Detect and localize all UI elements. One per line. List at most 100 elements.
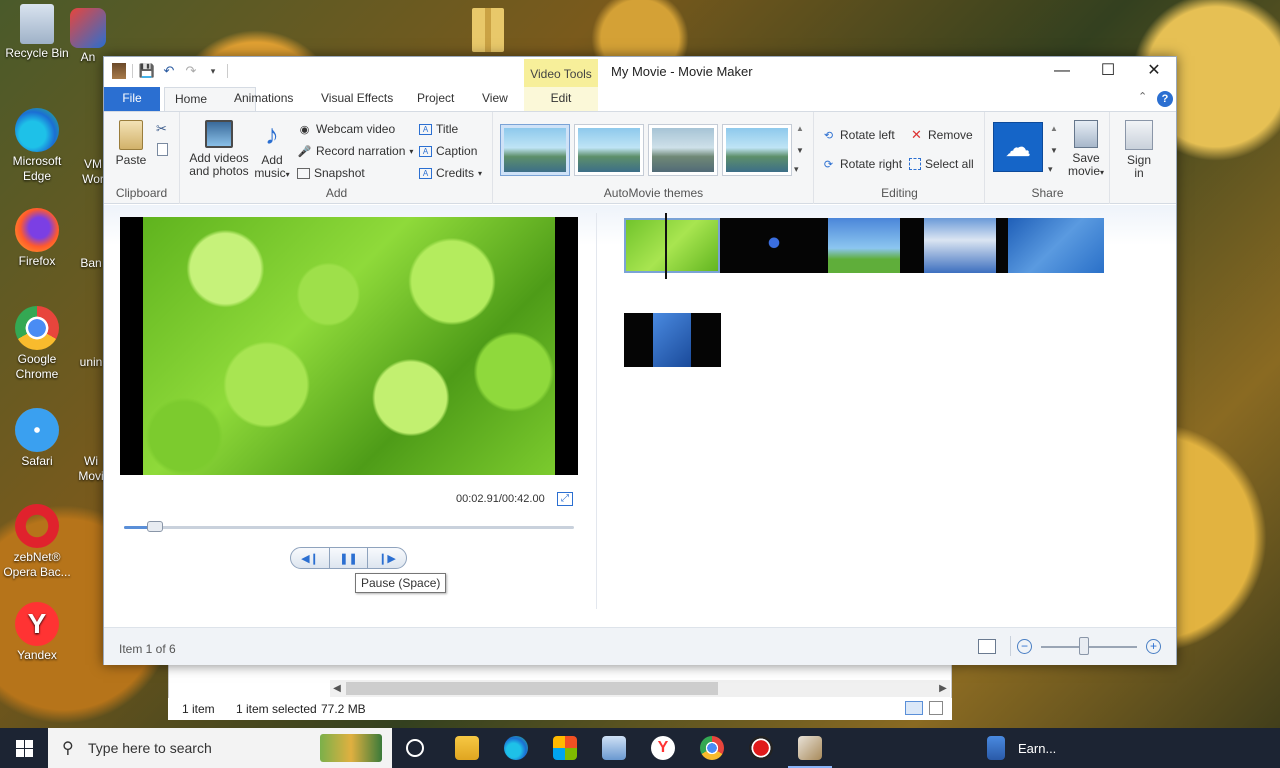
theme-2[interactable] — [574, 124, 644, 176]
share-scroll-up-icon[interactable]: ▲ — [1050, 124, 1058, 133]
store-icon[interactable] — [553, 736, 577, 760]
movie-maker-taskbar-icon[interactable] — [798, 736, 822, 760]
onedrive-button[interactable]: ☁ — [993, 122, 1043, 172]
desktop-icon-edge[interactable]: Microsoft Edge — [0, 108, 74, 184]
file-explorer-icon[interactable] — [455, 736, 479, 760]
desktop-icon-partial[interactable]: unin — [76, 355, 106, 370]
snapshot-button[interactable]: Snapshot — [297, 164, 365, 182]
copy-icon[interactable] — [157, 143, 168, 156]
taskbar-search[interactable]: ⚲ Type here to search — [48, 728, 392, 768]
theme-default[interactable] — [500, 124, 570, 176]
clip-desktop-2[interactable] — [924, 218, 996, 273]
clip-desktop-1[interactable] — [828, 218, 900, 273]
caption-button[interactable]: A Caption — [419, 142, 477, 160]
minimize-ribbon-icon[interactable]: ⌃ — [1138, 90, 1147, 103]
desktop-icon-firefox[interactable]: Firefox — [0, 208, 74, 269]
seek-thumb[interactable] — [147, 521, 164, 532]
taskbar-app-label[interactable]: Earn... — [1018, 741, 1056, 756]
desktop-icon-safari[interactable]: Safari — [0, 408, 74, 469]
credits-button[interactable]: A Credits ▾ — [419, 164, 482, 182]
desktop-icon-partial[interactable]: An — [68, 8, 108, 65]
cut-icon[interactable]: ✂ — [156, 121, 167, 137]
maximize-button[interactable]: ☐ — [1085, 57, 1131, 87]
clip-clover[interactable] — [624, 218, 720, 273]
app-menu-icon[interactable] — [112, 63, 126, 79]
zoom-slider-thumb[interactable] — [1079, 637, 1090, 655]
desktop-icon-recycle-bin[interactable]: Recycle Bin — [0, 4, 74, 61]
zip-folder-icon[interactable] — [472, 8, 504, 52]
scroll-right-icon[interactable]: ▶ — [936, 680, 950, 697]
chrome-taskbar-icon[interactable] — [700, 736, 724, 760]
save-movie-button[interactable]: Save movie▾ — [1066, 120, 1106, 179]
clip-desktop-3[interactable] — [1008, 218, 1104, 273]
gallery-scroll-down-icon[interactable]: ▼ — [796, 146, 804, 155]
desktop-icon-opera-backup[interactable]: zebNet® Opera Bac... — [0, 504, 74, 580]
zoom-out-button[interactable]: − — [1017, 639, 1032, 654]
tab-edit[interactable]: Edit — [524, 87, 598, 111]
minimize-button[interactable]: — — [1039, 57, 1085, 87]
clip-black-gap[interactable] — [996, 218, 1008, 273]
redo-icon[interactable]: ↷ — [183, 63, 199, 79]
document-taskbar-icon[interactable] — [987, 736, 1005, 760]
tab-project[interactable]: Project — [411, 87, 460, 111]
remove-button[interactable]: ✕ Remove — [909, 126, 973, 144]
desktop-icon-partial[interactable]: Wi Movi — [76, 454, 106, 484]
undo-icon[interactable]: ↶ — [161, 63, 177, 79]
next-frame-button[interactable]: ❙▶ — [367, 547, 407, 569]
clip-windows-box[interactable] — [624, 313, 721, 367]
theme-3[interactable] — [648, 124, 718, 176]
tab-animations[interactable]: Animations — [228, 87, 299, 111]
desktop-icon-yandex[interactable]: Y Yandex — [0, 602, 74, 663]
clip-black-gap[interactable] — [900, 218, 924, 273]
close-button[interactable]: ✕ — [1131, 57, 1177, 87]
video-preview[interactable] — [120, 217, 578, 475]
pause-button[interactable]: ❚❚ — [329, 547, 368, 569]
search-highlight-icon — [320, 734, 382, 762]
webcam-label: Webcam video — [316, 122, 396, 136]
share-more-icon[interactable]: ▾ — [1048, 164, 1053, 175]
webcam-video-button[interactable]: ◉ Webcam video — [297, 120, 395, 138]
paste-button[interactable]: Paste — [112, 120, 150, 167]
horizontal-scrollbar[interactable]: ◀ ▶ — [330, 680, 950, 697]
gallery-scroll-up-icon[interactable]: ▲ — [796, 124, 804, 133]
pane-divider[interactable] — [596, 213, 597, 609]
help-icon[interactable]: ? — [1157, 91, 1173, 107]
title-button[interactable]: A Title — [419, 120, 458, 138]
desktop-icon-chrome[interactable]: Google Chrome — [0, 306, 74, 382]
zoom-in-button[interactable]: + — [1146, 639, 1161, 654]
microphone-icon: 🎤 — [297, 145, 312, 158]
gallery-more-icon[interactable]: ▾ — [794, 164, 799, 175]
seek-bar[interactable] — [124, 526, 574, 529]
tiles-view-icon[interactable] — [929, 701, 943, 715]
add-videos-photos-button[interactable]: Add videos and photos — [187, 120, 251, 178]
previous-frame-button[interactable]: ◀❙ — [290, 547, 330, 569]
tab-visual-effects[interactable]: Visual Effects — [315, 87, 399, 111]
fullscreen-preview-button[interactable]: ⤢ — [557, 492, 573, 506]
share-scroll-down-icon[interactable]: ▼ — [1050, 146, 1058, 155]
tab-file[interactable]: File — [104, 87, 160, 111]
yandex-taskbar-icon[interactable]: Y — [651, 736, 675, 760]
clip-windows-boot[interactable] — [720, 218, 828, 273]
task-view-icon[interactable] — [406, 739, 424, 757]
record-narration-button[interactable]: 🎤 Record narration ▾ — [297, 142, 414, 160]
playhead[interactable] — [665, 213, 667, 279]
edge-taskbar-icon[interactable] — [504, 736, 528, 760]
save-icon[interactable]: 💾 — [139, 63, 155, 79]
customize-qat-icon[interactable]: ▾ — [205, 63, 221, 79]
remote-desktop-icon[interactable] — [602, 736, 626, 760]
tab-view[interactable]: View — [476, 87, 514, 111]
add-music-button[interactable]: ♪ Add music▾ — [254, 120, 290, 181]
theme-4[interactable] — [722, 124, 792, 176]
scrollbar-thumb[interactable] — [346, 682, 718, 695]
storyboard-view-icon[interactable] — [978, 639, 996, 654]
scroll-left-icon[interactable]: ◀ — [330, 680, 344, 697]
start-button[interactable] — [0, 728, 48, 768]
details-view-icon[interactable] — [905, 701, 923, 715]
desktop-icon-partial[interactable]: Ban — [76, 256, 106, 271]
sign-in-button[interactable]: Sign in — [1120, 120, 1158, 180]
select-all-button[interactable]: Select all — [909, 155, 974, 173]
rotate-right-button[interactable]: ⟳ Rotate right — [821, 155, 902, 173]
rotate-left-button[interactable]: ⟲ Rotate left — [821, 126, 895, 144]
editing-group-label: Editing — [881, 186, 918, 200]
recorder-icon[interactable] — [749, 736, 773, 760]
